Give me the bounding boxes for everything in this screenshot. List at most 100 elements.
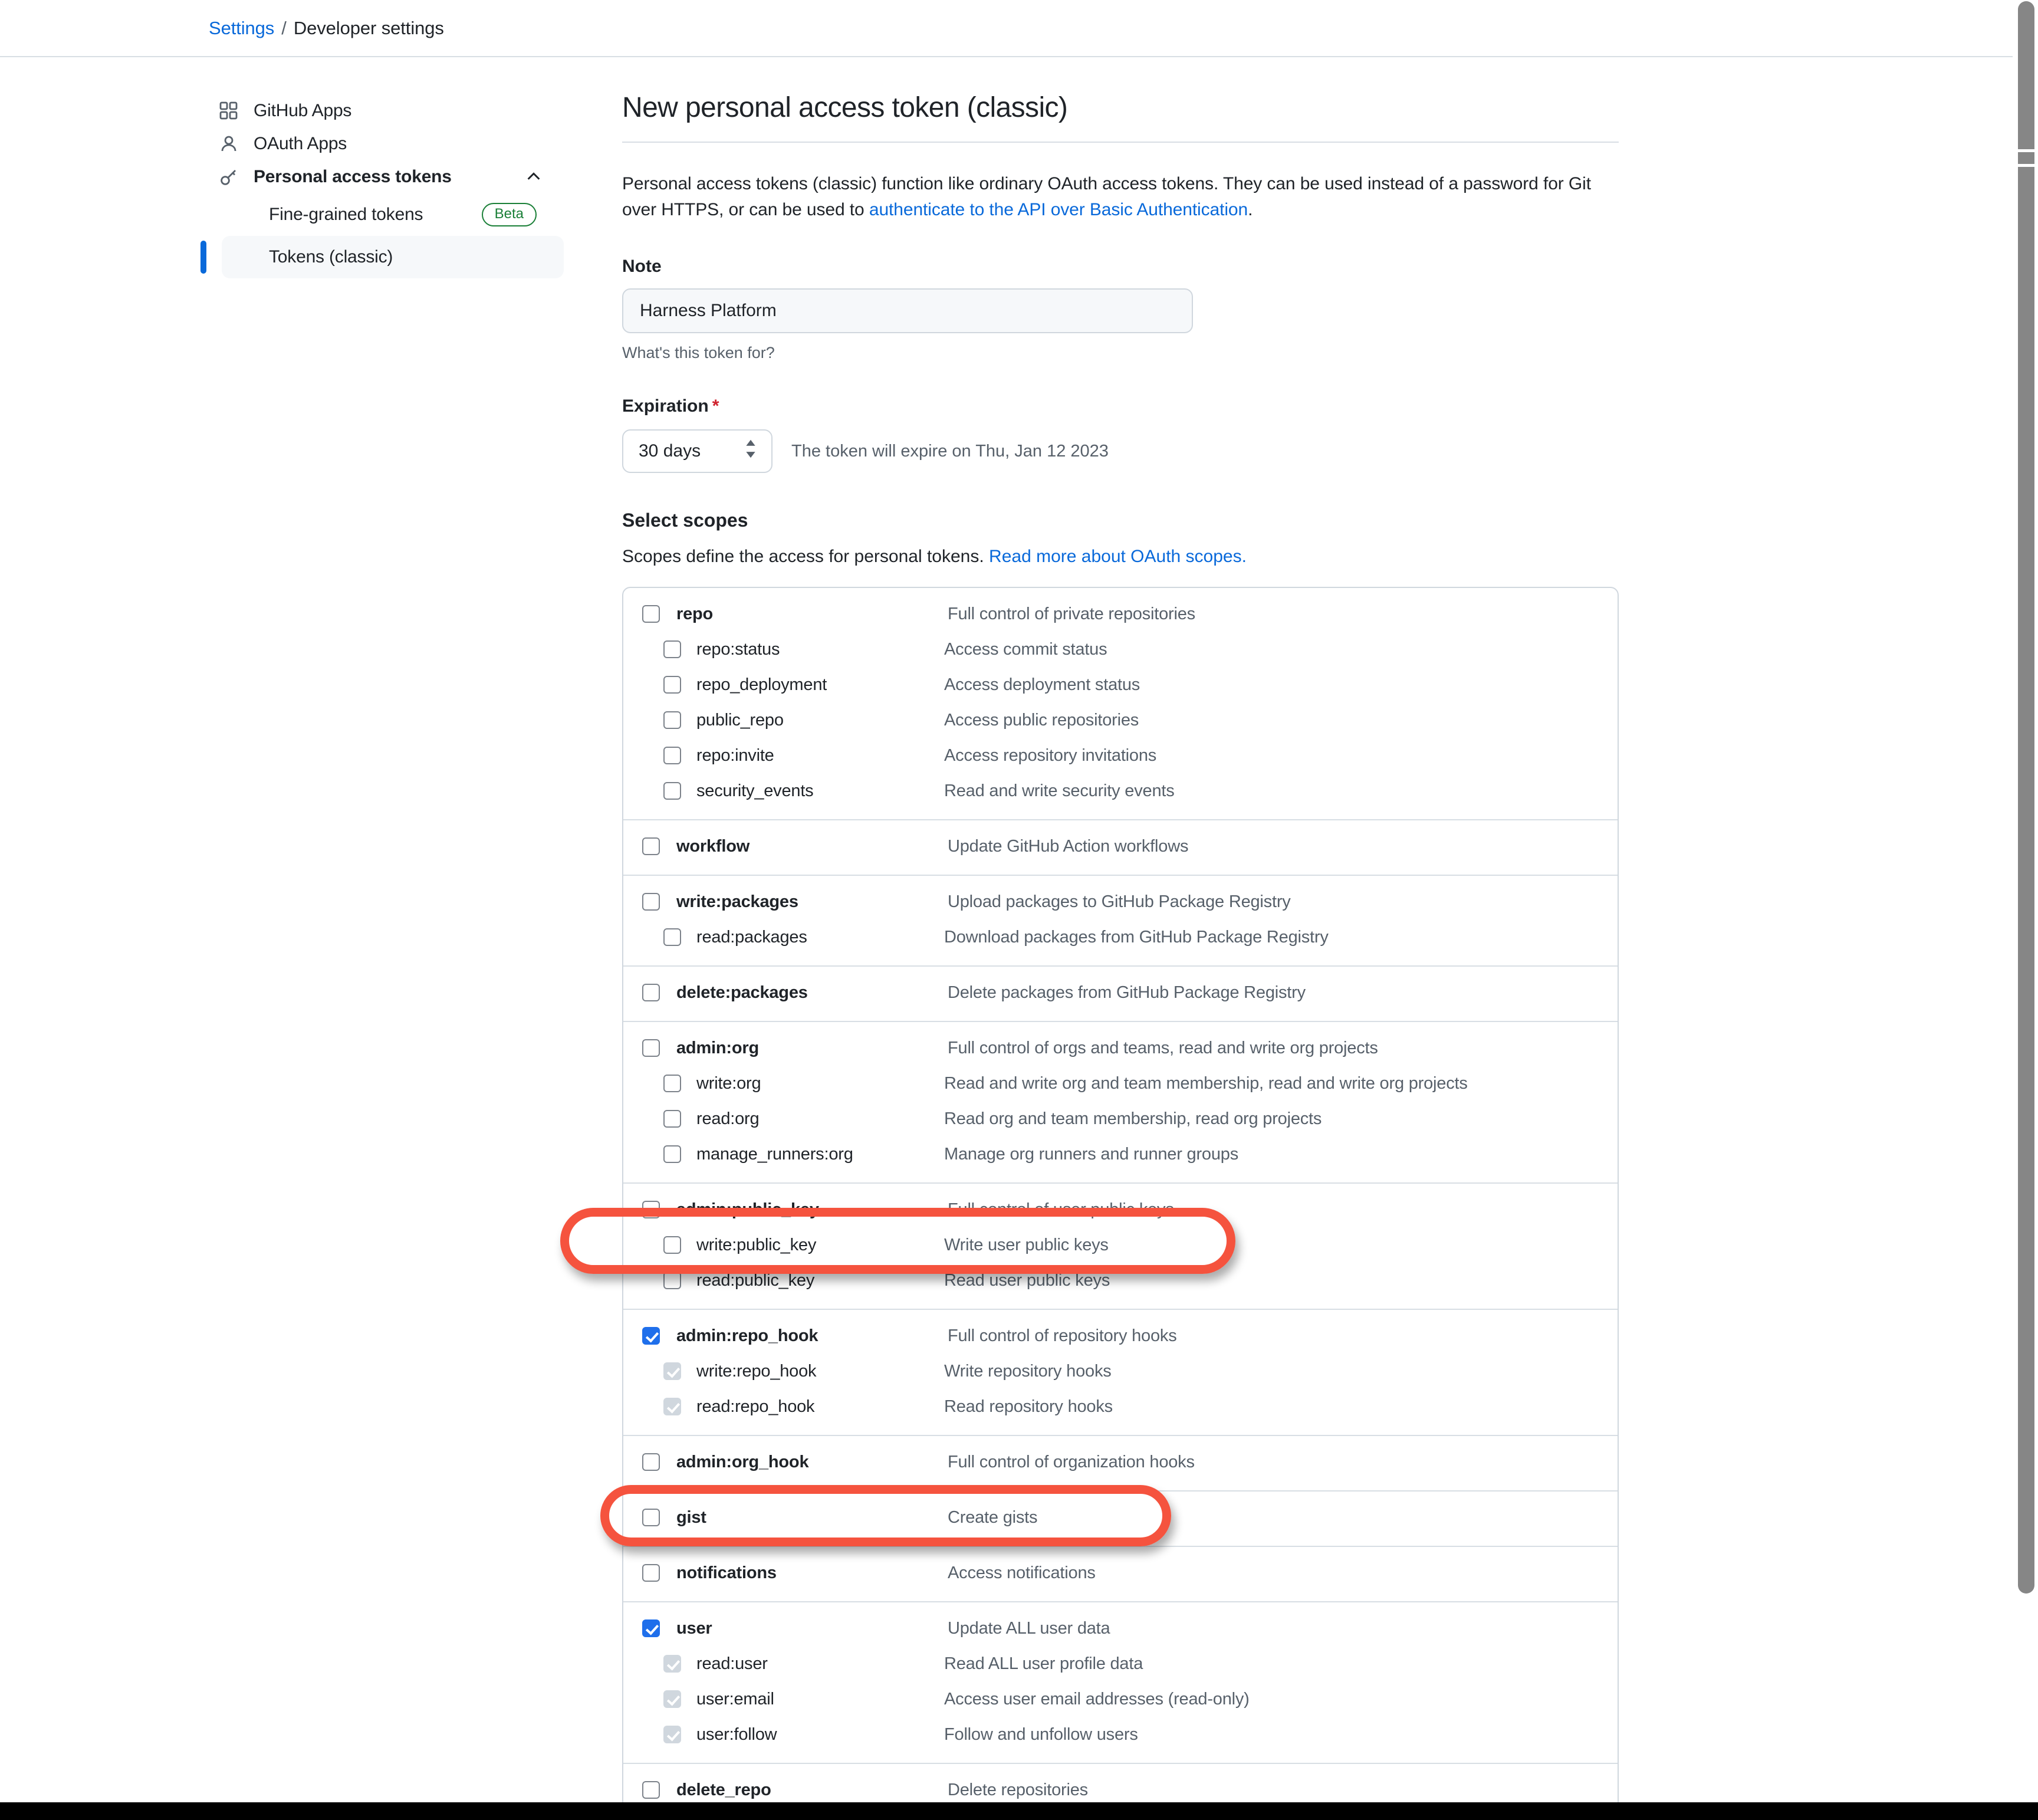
scope-checkbox-repo-invite[interactable]	[663, 747, 681, 764]
scope-name: workflow	[676, 836, 750, 856]
scope-row-read-public-key[interactable]: read:public_key Read user public keys	[623, 1263, 1618, 1298]
sidebar-item-github-apps[interactable]: GitHub Apps	[198, 94, 564, 127]
scope-row-workflow[interactable]: workflow Update GitHub Action workflows	[623, 829, 1618, 864]
scope-row-write-public-key[interactable]: write:public_key Write user public keys	[623, 1227, 1618, 1263]
scope-row-security-events[interactable]: security_events Read and write security e…	[623, 773, 1618, 809]
scope-checkbox-read-public-key[interactable]	[663, 1272, 681, 1289]
basic-auth-link[interactable]: authenticate to the API over Basic Authe…	[869, 200, 1248, 219]
scope-row-admin-public-key[interactable]: admin:public_key Full control of user pub…	[623, 1192, 1618, 1227]
scope-checkbox-admin-repo-hook[interactable]	[642, 1327, 660, 1345]
note-input[interactable]: Harness Platform	[622, 288, 1193, 333]
scope-description: Delete packages from GitHub Package Regi…	[948, 983, 1306, 1002]
scope-row-write-repo-hook[interactable]: write:repo_hook Write repository hooks	[623, 1353, 1618, 1389]
scope-name: repo	[676, 604, 714, 623]
scope-row-write-org[interactable]: write:org Read and write org and team mem…	[623, 1066, 1618, 1101]
scope-checkbox-security-events[interactable]	[663, 782, 681, 800]
sidebar-item-fine-grained-tokens[interactable]: Fine-grained tokens Beta	[222, 193, 564, 236]
note-label: Note	[622, 257, 662, 276]
breadcrumb: Settings / Developer settings	[0, 0, 2013, 57]
scope-checkbox-notifications[interactable]	[642, 1564, 660, 1582]
scope-description: Access repository invitations	[944, 745, 1157, 765]
scope-checkbox-user-email	[663, 1690, 681, 1708]
scope-checkbox-write-org[interactable]	[663, 1075, 681, 1092]
expiration-selected-value: 30 days	[639, 441, 701, 461]
scope-description: Read and write security events	[944, 781, 1175, 800]
scope-row-repo[interactable]: repo Full control of private repositories	[623, 596, 1618, 632]
scope-row-read-user[interactable]: read:user Read ALL user profile data	[623, 1646, 1618, 1681]
scope-checkbox-write-packages[interactable]	[642, 893, 660, 911]
scope-row-read-repo-hook[interactable]: read:repo_hook Read repository hooks	[623, 1389, 1618, 1424]
scope-row-repo-status[interactable]: repo:status Access commit status	[623, 632, 1618, 667]
scope-row-user-follow[interactable]: user:follow Follow and unfollow users	[623, 1717, 1618, 1752]
scope-row-repo-invite[interactable]: repo:invite Access repository invitations	[623, 738, 1618, 773]
scope-checkbox-public-repo[interactable]	[663, 711, 681, 729]
sidebar-item-oauth-apps[interactable]: OAuth Apps	[198, 127, 564, 160]
scope-description: Upload packages to GitHub Package Regist…	[948, 892, 1291, 911]
breadcrumb-separator: /	[281, 17, 287, 38]
scope-name: user	[676, 1618, 712, 1638]
bottom-black-bar	[0, 1802, 2038, 1820]
scope-group: workflow Update GitHub Action workflows	[623, 819, 1618, 875]
scope-checkbox-repo-deployment[interactable]	[663, 676, 681, 694]
expiration-row: 30 days The token will expire on Thu, Ja…	[622, 429, 1619, 473]
scope-checkbox-workflow[interactable]	[642, 837, 660, 855]
scope-name: write:org	[696, 1073, 761, 1093]
scope-checkbox-admin-org-hook[interactable]	[642, 1453, 660, 1471]
scope-row-admin-org-hook[interactable]: admin:org_hook Full control of organizati…	[623, 1444, 1618, 1480]
note-helper-text: What's this token for?	[622, 344, 775, 362]
chevron-up-icon[interactable]	[525, 168, 543, 186]
scope-group: gist Create gists	[623, 1490, 1618, 1546]
scope-row-gist[interactable]: gist Create gists	[623, 1500, 1618, 1535]
scope-checkbox-read-repo-hook	[663, 1398, 681, 1415]
scope-checkbox-delete-repo[interactable]	[642, 1781, 660, 1799]
scopes-sub-text: Scopes define the access for personal to…	[622, 547, 990, 566]
scope-name: user:follow	[696, 1724, 777, 1744]
oauth-scopes-link[interactable]: Read more about OAuth scopes.	[989, 547, 1247, 566]
vertical-scrollbar-thumb[interactable]	[2018, 1, 2034, 1594]
scope-row-delete-packages[interactable]: delete:packages Delete packages from GitH…	[623, 975, 1618, 1010]
scope-row-user[interactable]: user Update ALL user data	[623, 1611, 1618, 1646]
scope-checkbox-repo[interactable]	[642, 605, 660, 623]
scope-row-user-email[interactable]: user:email Access user email addresses (r…	[623, 1681, 1618, 1717]
breadcrumb-settings-link[interactable]: Settings	[209, 18, 274, 39]
scope-name: read:public_key	[696, 1270, 815, 1290]
scope-name: admin:repo_hook	[676, 1326, 819, 1345]
scope-row-read-packages[interactable]: read:packages Download packages from GitH…	[623, 919, 1618, 955]
scope-description: Delete repositories	[948, 1780, 1088, 1799]
scope-checkbox-user[interactable]	[642, 1619, 660, 1637]
scope-checkbox-write-public-key[interactable]	[663, 1236, 681, 1254]
scope-row-repo-deployment[interactable]: repo_deployment Access deployment status	[623, 667, 1618, 702]
person-icon	[217, 132, 241, 156]
sidebar-subitem-label: Fine-grained tokens	[269, 205, 423, 224]
scope-row-read-org[interactable]: read:org Read org and team membership, re…	[623, 1101, 1618, 1136]
scrollbar-notch-lower	[2018, 164, 2034, 167]
scope-checkbox-repo-status[interactable]	[663, 640, 681, 658]
sidebar-item-tokens-classic[interactable]: Tokens (classic)	[200, 236, 564, 278]
vertical-scrollbar-track[interactable]	[2013, 0, 2038, 1801]
sidebar-item-personal-access-tokens[interactable]: Personal access tokens	[198, 160, 564, 193]
expiration-note: The token will expire on Thu, Jan 12 202…	[791, 441, 1109, 461]
scope-name: user:email	[696, 1689, 774, 1709]
scope-row-write-packages[interactable]: write:packages Upload packages to GitHub …	[623, 884, 1618, 919]
scope-description: Access notifications	[948, 1563, 1096, 1582]
scope-checkbox-read-packages[interactable]	[663, 928, 681, 946]
scope-checkbox-admin-org[interactable]	[642, 1039, 660, 1057]
scope-description: Read org and team membership, read org p…	[944, 1109, 1322, 1128]
expiration-select[interactable]: 30 days	[622, 429, 773, 473]
scope-row-admin-org[interactable]: admin:org Full control of orgs and teams,…	[623, 1030, 1618, 1066]
scope-row-public-repo[interactable]: public_repo Access public repositories	[623, 702, 1618, 738]
scope-name: delete_repo	[676, 1780, 771, 1799]
scope-checkbox-gist[interactable]	[642, 1509, 660, 1526]
scope-row-notifications[interactable]: notifications Access notifications	[623, 1555, 1618, 1591]
scope-description: Full control of repository hooks	[948, 1326, 1177, 1345]
scope-row-manage-runners-org[interactable]: manage_runners:org Manage org runners and…	[623, 1136, 1618, 1172]
apps-grid-icon	[217, 99, 241, 123]
scope-checkbox-admin-public-key[interactable]	[642, 1201, 660, 1218]
scope-name: repo:status	[696, 639, 780, 659]
scope-checkbox-manage-runners-org[interactable]	[663, 1145, 681, 1163]
scope-checkbox-read-org[interactable]	[663, 1110, 681, 1128]
scope-description: Download packages from GitHub Package Re…	[944, 927, 1329, 947]
scope-row-admin-repo-hook[interactable]: admin:repo_hook Full control of repositor…	[623, 1318, 1618, 1353]
scope-checkbox-delete-packages[interactable]	[642, 984, 660, 1001]
scope-group: admin:repo_hook Full control of repositor…	[623, 1309, 1618, 1435]
